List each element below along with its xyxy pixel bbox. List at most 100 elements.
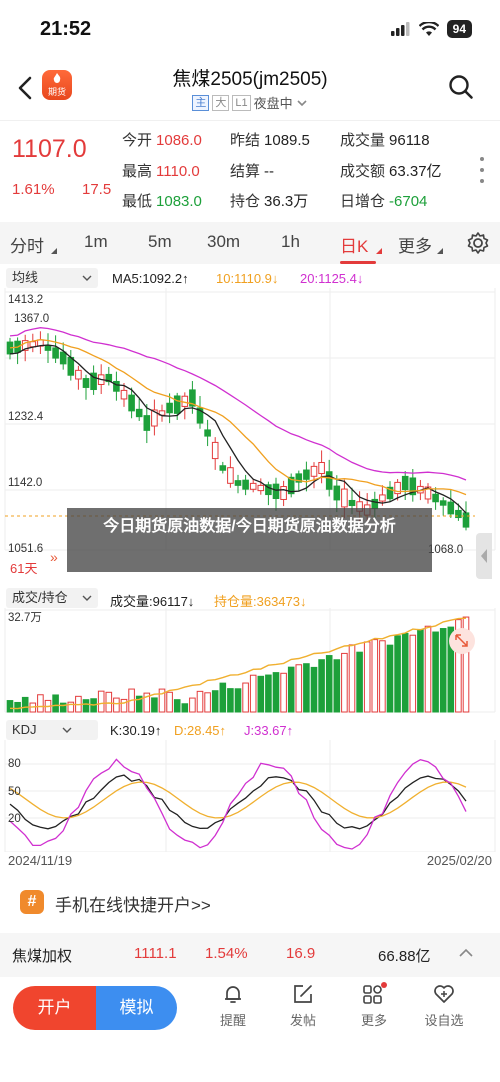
kdj-d-line <box>9 781 467 819</box>
candle <box>67 356 75 376</box>
candle <box>82 378 90 388</box>
battery-indicator: 94 <box>446 20 472 38</box>
kdj-indicator-label: KDJ <box>12 722 37 737</box>
volume-bar <box>295 664 303 713</box>
prev-close-value: 1089.5 <box>264 132 310 149</box>
ma20-line <box>9 327 467 481</box>
more-dots-icon[interactable] <box>474 155 490 185</box>
candle <box>166 402 173 414</box>
main-indicator-select[interactable]: 均线 <box>6 268 98 288</box>
volume-bar <box>120 698 128 713</box>
tab-daily-k[interactable]: 日K <box>340 232 368 257</box>
volume-bar <box>386 644 394 713</box>
tag-main[interactable]: 主 <box>192 94 210 111</box>
hash-icon: # <box>20 890 44 914</box>
volume-bar <box>356 651 363 713</box>
candle <box>318 462 325 474</box>
wifi-icon <box>418 21 439 36</box>
gear-icon[interactable] <box>466 231 490 255</box>
edit-icon <box>294 985 312 1003</box>
grid-icon <box>363 982 387 1004</box>
volume-chart[interactable]: 32.7万 <box>0 608 500 714</box>
kdj-j-line <box>9 758 467 850</box>
prev-close-cell: 昨结 1089.5 <box>230 129 310 150</box>
candle <box>52 347 59 359</box>
settle-cell: 结算 -- <box>230 160 274 181</box>
add-watchlist-label: 设自选 <box>424 1013 464 1028</box>
open-label: 今开 <box>122 132 153 149</box>
volume-bar <box>394 635 401 713</box>
candle <box>242 479 249 490</box>
candle <box>333 485 341 501</box>
volume-bar <box>333 659 341 713</box>
index-ticker[interactable]: 焦煤加权 1111.1 1.54% 16.9 66.88亿 <box>0 933 500 977</box>
low-cell: 最低 1083.0 <box>122 190 202 211</box>
y-tick-1142: 1142.0 <box>8 477 42 489</box>
chevron-down-icon <box>82 595 92 601</box>
side-panel-handle[interactable] <box>476 533 492 579</box>
alert-button[interactable]: 提醒 <box>208 982 258 1029</box>
chevron-up-icon[interactable] <box>458 947 474 959</box>
candle <box>272 483 280 500</box>
heart-add-icon <box>434 985 454 1003</box>
tab-timeshare[interactable]: 分时 <box>10 232 44 257</box>
volume-bar <box>249 674 257 713</box>
candle <box>135 408 143 418</box>
expand-left-icon[interactable]: » <box>50 549 58 565</box>
volume-bar <box>173 699 181 713</box>
tab-1h[interactable]: 1h <box>281 232 300 252</box>
volume-y-max: 32.7万 <box>8 612 42 624</box>
volume-bar <box>257 675 265 713</box>
volume-bar <box>272 672 280 713</box>
tab-5m[interactable]: 5m <box>148 232 172 252</box>
tag-l1[interactable]: L1 <box>232 94 251 111</box>
volume-bar <box>6 700 14 713</box>
more-button[interactable]: 更多 <box>349 982 399 1029</box>
candle <box>143 415 151 431</box>
kdj-chart[interactable]: 80 50 20 <box>0 740 500 852</box>
candle <box>257 484 265 492</box>
oi-change-cell: 日增仓 -6704 <box>340 190 427 211</box>
add-watchlist-button[interactable]: 设自选 <box>419 982 469 1029</box>
open-account-button[interactable]: 开户 <box>13 986 96 1030</box>
tab-corner-icon <box>437 248 443 254</box>
candle <box>44 345 52 351</box>
chevron-down-icon[interactable] <box>296 98 308 108</box>
tab-1m[interactable]: 1m <box>84 232 108 252</box>
volume-value: 96118 <box>389 132 430 149</box>
collapse-icon[interactable] <box>449 628 475 654</box>
volume-bar <box>105 691 113 713</box>
tab-30m[interactable]: 30m <box>207 232 240 252</box>
open-account-promo[interactable]: # 手机在线快捷开户>> <box>0 878 500 928</box>
tab-more[interactable]: 更多 <box>398 232 432 257</box>
simulate-button[interactable]: 模拟 <box>96 986 177 1030</box>
kdj-indicator-select[interactable]: KDJ <box>6 720 98 740</box>
chevron-down-icon <box>62 727 72 733</box>
volume-bar <box>196 690 204 713</box>
high-cell: 最高 1110.0 <box>122 160 200 181</box>
volume-bar <box>211 690 219 713</box>
oi-value: 36.3万 <box>264 193 309 210</box>
watermark-overlay: 今日期货原油数据/今日期货原油数据分析 <box>67 508 432 572</box>
tag-big[interactable]: 大 <box>212 94 230 111</box>
volume-bar <box>37 694 44 713</box>
candle <box>227 467 234 484</box>
volume-bar <box>181 703 189 713</box>
post-button[interactable]: 发帖 <box>278 982 328 1029</box>
volume-indicator-select[interactable]: 成交/持仓 <box>6 588 98 608</box>
tab-corner-icon <box>376 248 382 254</box>
search-icon[interactable] <box>448 74 474 100</box>
ticker-name: 焦煤加权 <box>12 948 73 965</box>
volume-bar <box>409 634 417 713</box>
ma-indicator-row: 均线 MA5:1092.2↑ 10:1110.9↓ 20:1125.4↓ <box>0 264 500 288</box>
volume-bar <box>379 640 386 713</box>
volume-bar <box>52 694 59 713</box>
volume-bar <box>325 655 333 713</box>
volume-bar <box>234 688 242 713</box>
ticker-pct: 1.54% <box>205 945 248 962</box>
date-end: 2025/02/20 <box>426 853 492 868</box>
kdj-y-20: 20 <box>8 813 21 825</box>
promo-text: 手机在线快捷开户>> <box>55 896 211 915</box>
more-label: 更多 <box>360 1013 387 1028</box>
change-percent: 1.61% <box>12 181 55 198</box>
